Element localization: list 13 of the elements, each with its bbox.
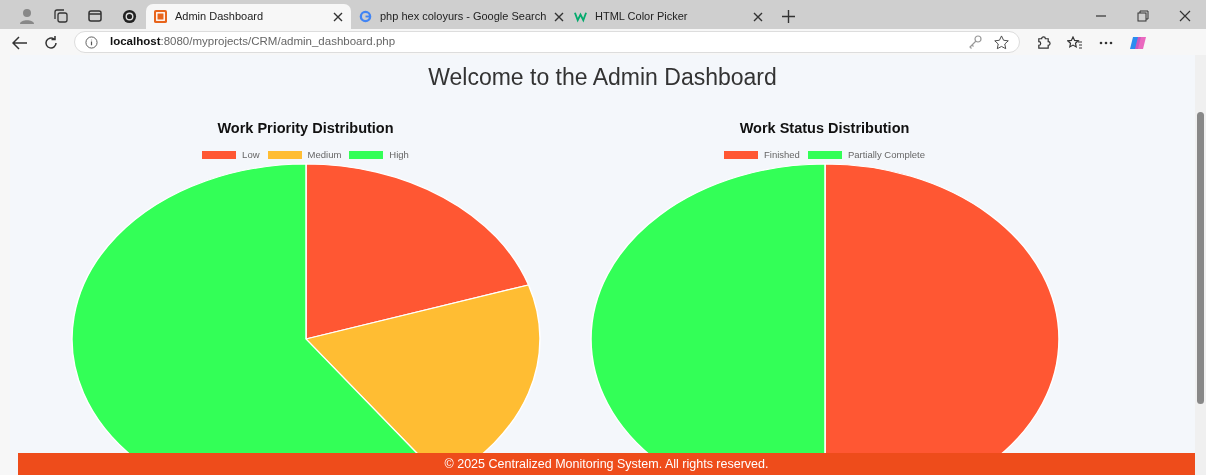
browser-tab[interactable]: HTML Color Picker — [566, 4, 771, 29]
browser-tab[interactable]: php hex coloyurs - Google Search — [351, 4, 566, 29]
legend-item[interactable]: High — [349, 147, 409, 163]
legend-item[interactable]: Finished — [724, 147, 800, 163]
browser-tab[interactable]: Admin Dashboard — [146, 4, 351, 29]
chart-title: Work Status Distribution — [739, 119, 910, 137]
legend-item[interactable]: Low — [202, 147, 260, 163]
address-bar[interactable]: localhost:8080/myprojects/CRM/admin_dashboard.php — [74, 31, 1020, 53]
chart-title: Work Priority Distribution — [217, 119, 394, 137]
page-heading: Welcome to the Admin Dashboard — [427, 64, 778, 92]
legend-item[interactable]: Medium — [267, 147, 342, 163]
legend-item[interactable]: Partially Complete — [807, 147, 925, 163]
footer-bar: © 2025 Centralized Monitoring System. All rights reserved. — [18, 453, 1195, 475]
